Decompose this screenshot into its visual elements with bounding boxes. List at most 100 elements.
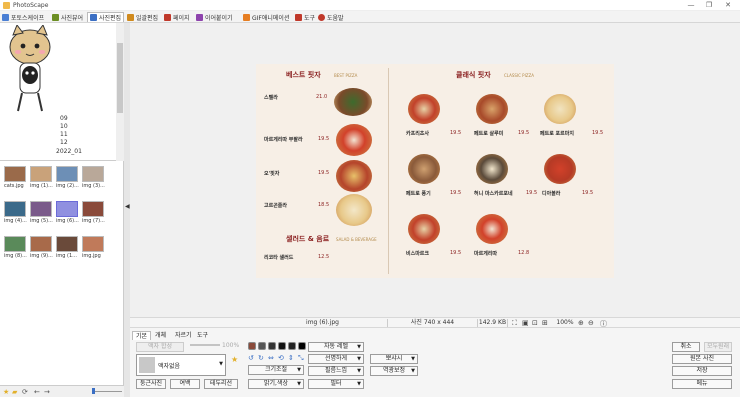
tree-folder[interactable]: 10 [60, 123, 68, 130]
rotate-left-icon[interactable]: ↺ [248, 354, 254, 362]
button-label: 역광보정 [382, 367, 406, 374]
frame-zoom-slider[interactable] [190, 344, 220, 346]
save-button[interactable]: 저장 [672, 366, 732, 376]
border-line-button[interactable]: 테두리선 [204, 379, 238, 389]
tree-folder[interactable]: 12 [60, 139, 68, 146]
folder-icon[interactable]: ▰ [12, 388, 17, 396]
thumbnail-item[interactable]: img (4)... [4, 201, 28, 224]
app-logo-icon [3, 2, 10, 9]
frame-color-swatch[interactable] [298, 342, 306, 350]
thumbnail-item[interactable]: img (7)... [82, 201, 106, 224]
filter-button[interactable]: 필터 ▼ [308, 379, 364, 389]
film-effect-button[interactable]: 필름느낌 ▼ [308, 366, 364, 376]
rotate-right-icon[interactable]: ↻ [258, 354, 264, 362]
pizza-photo [336, 124, 372, 156]
zoom-level: 100% [556, 319, 574, 326]
resize-button[interactable]: 크기조절 ▼ [248, 365, 304, 375]
back-arrow-icon[interactable]: ← [34, 388, 40, 396]
zoom-region-icon[interactable]: ⊞ [542, 319, 548, 327]
favorite-star-icon[interactable]: ★ [231, 355, 238, 364]
straighten-icon[interactable]: ⤡ [298, 354, 304, 363]
refresh-icon[interactable]: ⟳ [22, 388, 28, 396]
tab-tools[interactable]: 도구 [295, 12, 315, 22]
thumb-size-slider[interactable] [92, 387, 122, 394]
frame-thumbnail [139, 357, 155, 373]
thumbnail-item[interactable]: img (1)... [30, 166, 54, 189]
maximize-button[interactable]: ❐ [700, 1, 718, 10]
tab-photoscape[interactable]: 포토스케이프 [2, 12, 44, 22]
rotate-icon[interactable]: ⟲ [278, 354, 284, 362]
actual-size-icon[interactable]: ▣ [522, 319, 529, 327]
fit-screen-icon[interactable]: ⛶ [512, 319, 517, 328]
classic-pizza-heading: 클래식 핏자 [456, 71, 491, 79]
tree-folder[interactable]: 11 [60, 131, 68, 138]
original-photo-button[interactable]: 원본 사진 [672, 354, 732, 364]
zoom-fit-icon[interactable]: ⊡ [532, 319, 538, 327]
frame-color-swatch[interactable] [268, 342, 276, 350]
tab-editor[interactable]: 사진편집 [87, 12, 125, 22]
thumbnail-item[interactable]: img.jpg [82, 236, 106, 259]
tree-folder[interactable]: 2022_01 [56, 148, 82, 155]
star-icon[interactable]: ★ [3, 388, 9, 396]
margin-button[interactable]: 여백 [170, 379, 200, 389]
thumbnail-image [4, 201, 26, 217]
thumbnail-item[interactable]: img (3)... [82, 166, 106, 189]
folder-tree[interactable]: 09 10 11 12 2022_01 [0, 23, 124, 161]
close-button[interactable]: ✕ [719, 1, 737, 10]
menu-item-price: 19.5 [518, 130, 530, 136]
dropdown-arrow-icon: ▼ [357, 381, 361, 387]
tab-basic[interactable]: 기본 [132, 331, 152, 340]
frame-color-swatch[interactable] [288, 342, 296, 350]
thumbnail-item[interactable]: img (8)... [4, 236, 28, 259]
zoom-out-icon[interactable]: ⊖ [588, 319, 594, 327]
brightness-color-button[interactable]: 밝기,색상 ▼ [248, 379, 304, 389]
tab-batch[interactable]: 일괄편집 [127, 12, 158, 22]
thumbnail-item[interactable]: cats.jpg [4, 166, 28, 189]
bloom-button[interactable]: 뽀샤시 ▼ [370, 354, 418, 364]
pizza-photo [476, 154, 508, 184]
flip-vertical-icon[interactable]: ⇕ [288, 354, 294, 362]
tab-tools[interactable]: 도구 [194, 331, 211, 340]
sharpen-button[interactable]: 선명하게 ▼ [308, 354, 364, 364]
frame-select[interactable]: 액자없음 ▼ [136, 354, 226, 376]
tab-page[interactable]: 페이지 [164, 12, 190, 22]
collapse-arrow-icon[interactable]: ◀ [125, 203, 130, 210]
forward-arrow-icon[interactable]: → [44, 388, 50, 396]
photo-viewer[interactable]: 베스트 핏자 BEST PIZZA 스텔라 21.0 마르게리따 부팔라 19.… [130, 23, 740, 317]
pizza-photo [336, 194, 372, 226]
tab-combine[interactable]: 이어붙이기 [196, 12, 233, 22]
tab-help[interactable]: 도움말 [318, 12, 344, 22]
tab-object[interactable]: 개체 [152, 331, 169, 340]
frame-color-swatch[interactable] [258, 342, 266, 350]
frame-color-swatch[interactable] [278, 342, 286, 350]
cancel-button[interactable]: 취소 [672, 342, 700, 352]
undo-all-button[interactable]: 모두원래 [704, 342, 732, 352]
tab-crop[interactable]: 자르기 [172, 331, 195, 340]
thumbnail-item[interactable]: img (9)... [30, 236, 54, 259]
frame-combine-button[interactable]: 액자 합성 [136, 342, 184, 352]
menu-item-name: 페트로 풍기 [406, 191, 431, 197]
thumbnail-item[interactable]: img (2)... [56, 166, 80, 189]
edited-photo[interactable]: 베스트 핏자 BEST PIZZA 스텔라 21.0 마르게리따 부팔라 19.… [256, 64, 614, 278]
tab-gif[interactable]: GIF애니메이션 [243, 12, 289, 22]
status-dimensions: 사진 740 x 444 [388, 319, 478, 327]
scroll-thumb[interactable] [117, 43, 123, 113]
tab-viewer[interactable]: 사진뷰어 [52, 12, 83, 22]
thumbnail-item[interactable]: img (6)... [56, 201, 80, 224]
menu-button[interactable]: 메뉴 [672, 379, 732, 389]
edit-panel: 기본 개체 자르기 도구 액자 합성 100% 액자없음 ▼ ★ 둥근사진 여백… [130, 328, 740, 397]
backlight-button[interactable]: 역광보정 ▼ [370, 366, 418, 376]
thumbnail-item[interactable]: img (1... [56, 236, 80, 259]
tree-folder[interactable]: 09 [60, 115, 68, 122]
thumbnail-item[interactable]: img (5)... [30, 201, 54, 224]
thumbnail-caption: img (4)... [4, 218, 27, 224]
tree-scrollbar[interactable] [116, 23, 124, 161]
flip-icon[interactable]: ⇔ [268, 354, 274, 362]
zoom-in-icon[interactable]: ⊕ [578, 319, 584, 327]
auto-level-button[interactable]: 자동 레벨 ▼ [308, 342, 364, 352]
title-bar: PhotoScape — ❐ ✕ [0, 0, 740, 11]
minimize-button[interactable]: — [682, 1, 700, 10]
rounded-photo-button[interactable]: 둥근사진 [136, 379, 166, 389]
pizza-photo [476, 94, 508, 124]
frame-color-swatch[interactable] [248, 342, 256, 350]
